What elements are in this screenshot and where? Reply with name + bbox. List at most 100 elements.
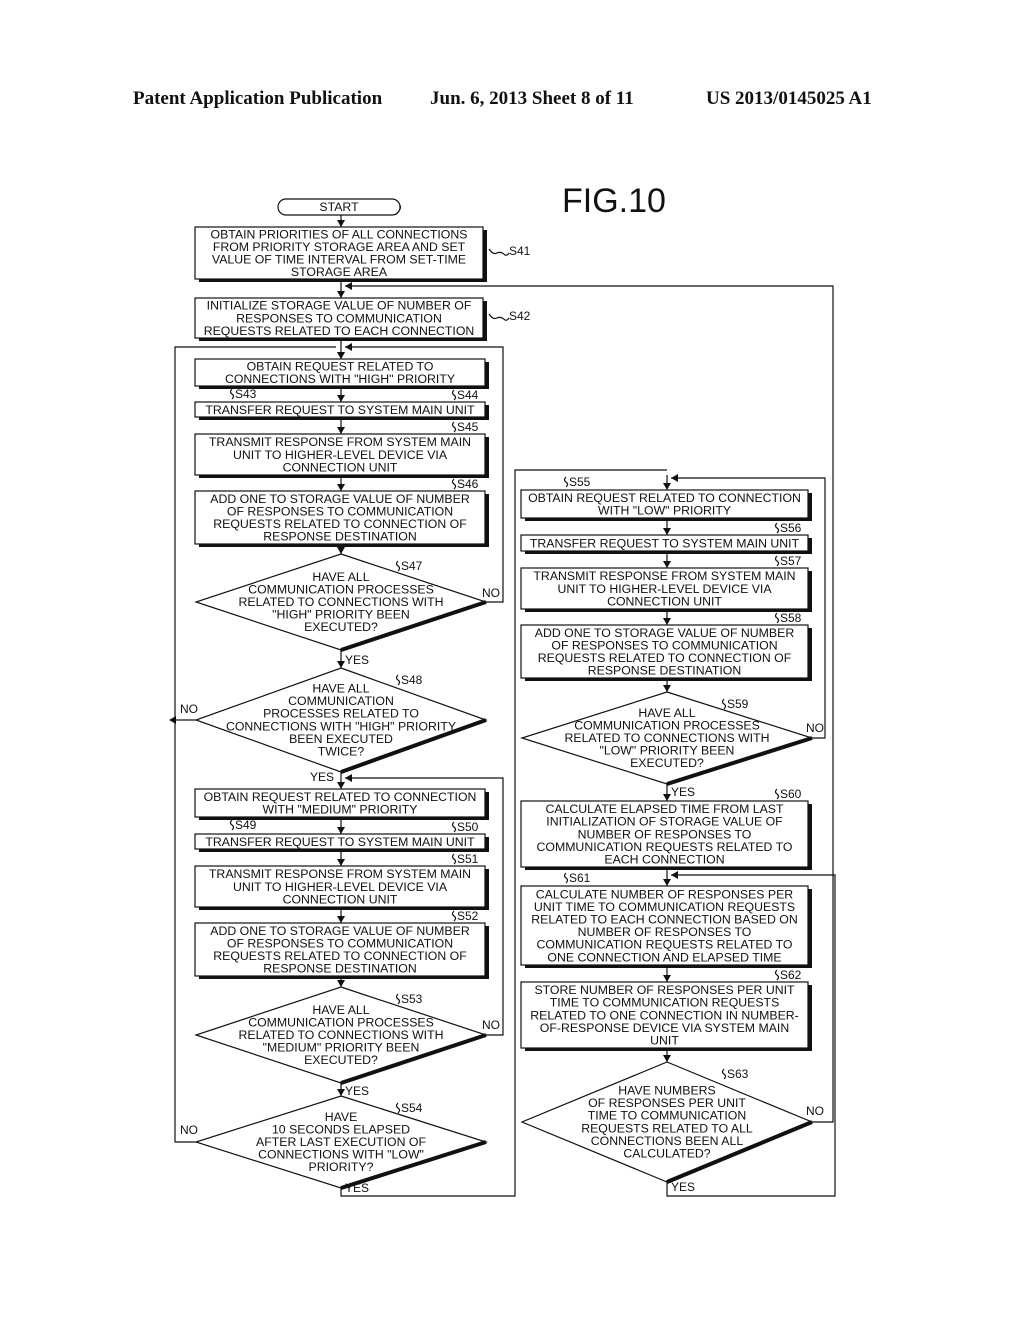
- diamond-text-line: EXECUTED?: [304, 620, 378, 634]
- arrowhead-icon: [337, 782, 345, 789]
- step-id-label: S45: [457, 420, 479, 434]
- step-id-label: S49: [235, 818, 257, 832]
- step-leader-icon: [451, 389, 457, 401]
- arrowhead-icon: [337, 427, 345, 434]
- branch-label-yes: YES: [345, 1084, 369, 1098]
- arrowhead-icon: [345, 282, 352, 290]
- arrowhead-icon: [663, 879, 671, 886]
- step-id-label: S55: [569, 475, 591, 489]
- step-leader-icon: [774, 612, 780, 624]
- arrowhead-icon: [337, 291, 345, 298]
- step-leader-icon: [488, 248, 510, 256]
- step-id-label: S52: [457, 909, 479, 923]
- arrowhead-icon: [337, 547, 345, 554]
- step-leader-icon: [721, 698, 727, 710]
- process-box-s60: CALCULATE ELAPSED TIME FROM LASTINITIALI…: [520, 800, 812, 870]
- process-box-s62: STORE NUMBER OF RESPONSES PER UNITTIME T…: [520, 981, 812, 1051]
- branch-label-yes: YES: [345, 1181, 369, 1195]
- branch-label-no: NO: [180, 702, 198, 716]
- process-box-s42: INITIALIZE STORAGE VALUE OF NUMBER OFRES…: [194, 297, 487, 341]
- step-id-label: S41: [509, 244, 531, 258]
- step-leader-icon: [395, 674, 401, 686]
- box-text-line: CONNECTION UNIT: [283, 892, 398, 906]
- process-box-s44: TRANSFER REQUEST TO SYSTEM MAIN UNIT: [194, 401, 489, 420]
- arrowhead-icon: [671, 871, 678, 879]
- step-id-label: S44: [457, 388, 479, 402]
- box-text-line: TRANSFER REQUEST TO SYSTEM MAIN UNIT: [205, 403, 475, 417]
- box-text-line: TRANSFER REQUEST TO SYSTEM MAIN UNIT: [205, 835, 475, 849]
- step-id-label: S63: [727, 1067, 749, 1081]
- arrowhead-icon: [663, 561, 671, 568]
- step-id-label: S47: [401, 559, 423, 573]
- box-text-line: UNIT: [650, 1034, 679, 1048]
- process-box-s49: OBTAIN REQUEST RELATED TO CONNECTIONWITH…: [194, 788, 489, 820]
- step-id-label: S48: [401, 673, 423, 687]
- diamond-text-line: TWICE?: [318, 745, 365, 759]
- step-id-label: S59: [727, 697, 749, 711]
- process-box-s50: TRANSFER REQUEST TO SYSTEM MAIN UNIT: [194, 833, 489, 852]
- step-id-label: S61: [569, 871, 591, 885]
- box-text-line: ONE CONNECTION AND ELAPSED TIME: [547, 950, 781, 964]
- branch-label-no: NO: [806, 1104, 824, 1118]
- arrowhead-icon: [663, 975, 671, 982]
- box-text-line: RESPONSE DESTINATION: [588, 664, 742, 678]
- box-text-line: REQUESTS RELATED TO EACH CONNECTION: [204, 324, 475, 338]
- arrowhead-icon: [337, 352, 345, 359]
- box-text-line: STORAGE AREA: [291, 265, 388, 279]
- decision-diamond-s54: HAVE10 SECONDS ELAPSEDAFTER LAST EXECUTI…: [194, 1095, 488, 1190]
- step-leader-icon: [229, 819, 235, 831]
- step-id-label: S57: [780, 554, 802, 568]
- start-label: START: [319, 200, 359, 214]
- step-leader-icon: [451, 821, 457, 833]
- step-id-label: S42: [509, 309, 531, 323]
- decision-diamond-s53: HAVE ALLCOMMUNICATION PROCESSESRELATED T…: [194, 986, 488, 1085]
- step-leader-icon: [451, 421, 457, 433]
- step-id-label: S60: [780, 787, 802, 801]
- diamond-text-line: PRIORITY?: [309, 1160, 374, 1174]
- step-leader-icon: [451, 478, 457, 490]
- process-box-s61: CALCULATE NUMBER OF RESPONSES PERUNIT TI…: [520, 885, 812, 968]
- step-id-label: S51: [457, 852, 479, 866]
- flowchart: FIG.10 START OBTAIN PRIORITIES OF ALL CO…: [169, 182, 836, 1197]
- process-box-s52: ADD ONE TO STORAGE VALUE OF NUMBEROF RES…: [194, 922, 489, 979]
- step-id-label: S43: [235, 387, 257, 401]
- process-box-s43: OBTAIN REQUEST RELATED TOCONNECTIONS WIT…: [194, 358, 489, 389]
- arrowhead-icon: [663, 685, 671, 692]
- step-id-label: S58: [780, 611, 802, 625]
- diamond-text-line: EXECUTED?: [304, 1053, 378, 1067]
- branch-label-no: NO: [180, 1123, 198, 1137]
- step-id-label: S50: [457, 820, 479, 834]
- box-text-line: EACH CONNECTION: [604, 853, 724, 867]
- step-leader-icon: [774, 522, 780, 534]
- box-text-line: CONNECTION UNIT: [607, 594, 722, 608]
- arrowhead-icon: [337, 484, 345, 491]
- box-text-line: RESPONSE DESTINATION: [263, 962, 417, 976]
- branch-label-yes: YES: [345, 653, 369, 667]
- process-box-s55: OBTAIN REQUEST RELATED TO CONNECTIONWITH…: [520, 489, 812, 521]
- process-box-s41: OBTAIN PRIORITIES OF ALL CONNECTIONSFROM…: [194, 226, 487, 282]
- process-box-s46: ADD ONE TO STORAGE VALUE OF NUMBEROF RES…: [194, 490, 489, 547]
- arrowhead-icon: [337, 916, 345, 923]
- arrowhead-icon: [337, 1089, 345, 1096]
- arrowhead-icon: [663, 794, 671, 801]
- step-leader-icon: [451, 853, 457, 865]
- step-leader-icon: [563, 872, 569, 884]
- figure-label: FIG.10: [562, 182, 666, 220]
- box-text-line: TRANSFER REQUEST TO SYSTEM MAIN UNIT: [530, 536, 800, 550]
- step-leader-icon: [774, 555, 780, 567]
- branch-label-yes: YES: [671, 1180, 695, 1194]
- step-id-label: S53: [401, 992, 423, 1006]
- branch-label-no: NO: [482, 586, 500, 600]
- step-id-label: S54: [401, 1101, 423, 1115]
- branch-label-no: NO: [482, 1018, 500, 1032]
- branch-label-yes: YES: [671, 785, 695, 799]
- arrowhead-icon: [663, 528, 671, 535]
- process-box-s58: ADD ONE TO STORAGE VALUE OF NUMBEROF RES…: [520, 624, 812, 681]
- step-leader-icon: [563, 476, 569, 488]
- box-text-line: CONNECTIONS WITH "HIGH" PRIORITY: [225, 372, 455, 386]
- box-text-line: RESPONSE DESTINATION: [263, 530, 417, 544]
- step-leader-icon: [395, 1102, 401, 1114]
- arrowhead-icon: [671, 474, 678, 482]
- branch-label-yes: YES: [310, 770, 334, 784]
- arrowhead-icon: [337, 220, 345, 227]
